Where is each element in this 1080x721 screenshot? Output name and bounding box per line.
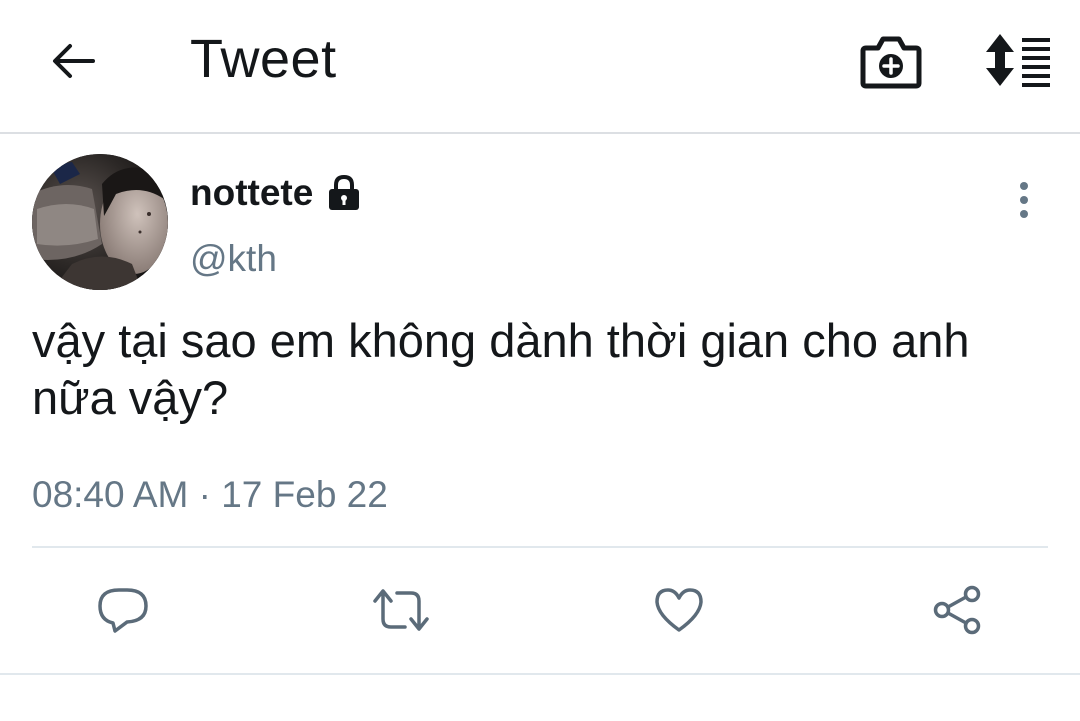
share-icon [933, 585, 981, 635]
reply-bubble-icon [98, 588, 148, 633]
camera-plus-icon [860, 36, 922, 89]
back-button[interactable] [46, 34, 100, 88]
divider [32, 546, 1048, 548]
share-button[interactable] [927, 580, 987, 640]
user-handle[interactable]: @kth [190, 238, 277, 280]
retweet-icon [373, 589, 429, 631]
more-options-button[interactable] [1008, 180, 1040, 220]
app-header: Tweet [0, 0, 1080, 134]
avatar-photo [32, 154, 168, 290]
tweet-actions [0, 580, 1080, 640]
reply-button[interactable] [93, 580, 153, 640]
lock-icon [325, 174, 363, 212]
avatar[interactable] [32, 154, 168, 290]
sort-button[interactable] [980, 32, 1052, 88]
tweet-text: vậy tại sao em không dành thời gian cho … [32, 314, 970, 424]
more-dot-icon [1020, 210, 1028, 218]
arrow-left-icon [53, 44, 95, 78]
more-dot-icon [1020, 196, 1028, 204]
more-dot-icon [1020, 182, 1028, 190]
like-button[interactable] [649, 580, 709, 640]
heart-icon [655, 588, 703, 632]
display-name[interactable]: nottete [190, 172, 313, 214]
page-title: Tweet [190, 29, 337, 89]
camera-button[interactable] [860, 34, 922, 90]
bottom-divider [0, 673, 1080, 675]
sort-list-icon [986, 34, 1050, 87]
retweet-button[interactable] [371, 580, 431, 640]
author-name-row[interactable]: nottete [190, 172, 363, 214]
tweet-timestamp: 08:40 AM · 17 Feb 22 [32, 474, 388, 515]
